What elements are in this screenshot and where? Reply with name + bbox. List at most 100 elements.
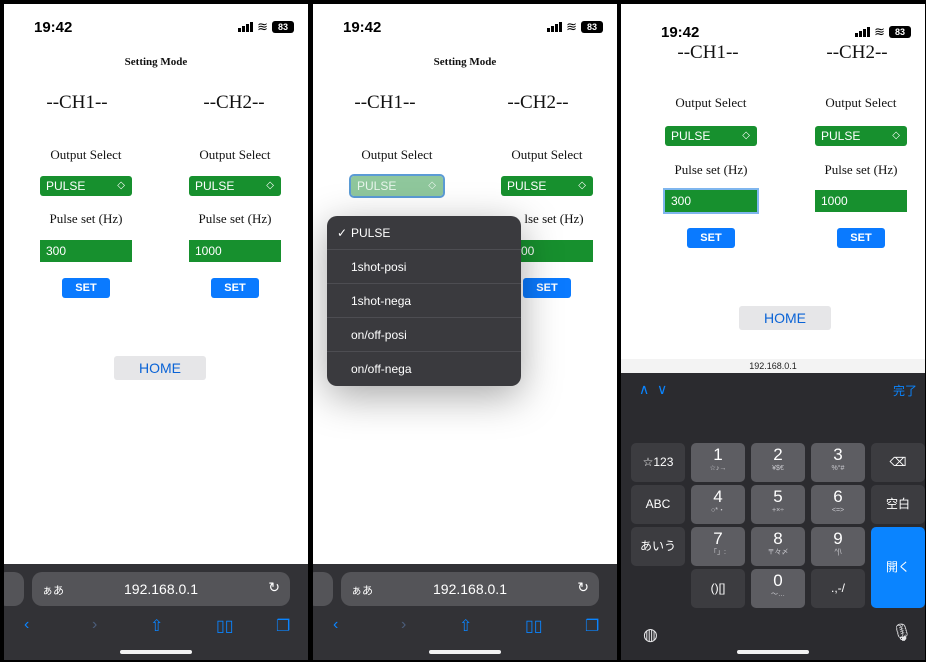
ch1-set-button[interactable]: SET (687, 228, 735, 248)
ch2-output-label: Output Select (199, 147, 271, 162)
home-button[interactable]: HOME (114, 356, 206, 380)
ch2-output-label: Output Select (511, 147, 583, 162)
url-text: 192.168.0.1 (124, 581, 198, 597)
dropdown-option[interactable]: 1shot-nega (327, 284, 521, 318)
delete-icon[interactable]: ⌫ (871, 443, 925, 482)
ch1-output-select[interactable]: PULSE ◇ (349, 174, 445, 198)
battery-icon: 83 (272, 21, 294, 33)
status-bar: 19:42 ≋ 83 (621, 4, 925, 41)
key-2[interactable]: 2 ¥$€ (751, 443, 805, 482)
tabs-icon[interactable]: ❐ (276, 616, 290, 636)
ch2-pulse-label: Pulse set (Hz) (198, 211, 272, 226)
key-open[interactable]: 開く (871, 527, 925, 608)
ch1-output-select[interactable]: PULSE ◇ (40, 176, 132, 196)
key-4[interactable]: 4 ○*・ (691, 485, 745, 524)
dropdown-option[interactable]: on/off-nega (327, 352, 521, 386)
key-3[interactable]: 3 %°# (811, 443, 865, 482)
ch2-title: --CH2-- (826, 42, 888, 63)
ch1-pulse-input[interactable]: 300 (663, 188, 759, 214)
address-bar[interactable]: ぁあ 192.168.0.1 ↻ (32, 572, 290, 606)
key-punctuation[interactable]: .,-/ (811, 569, 865, 608)
microphone-icon[interactable]: 🎙 (891, 623, 913, 643)
ch1-output-label: Output Select (50, 147, 122, 162)
browser-bar: ぁあ 192.168.0.1 ↻ ‹ › ⇧ ▯▯ ❐ (313, 564, 617, 660)
key-1[interactable]: 1 ☆♪→ (691, 443, 745, 482)
battery-icon: 83 (581, 21, 603, 33)
output-select-dropdown[interactable]: ✓ PULSE 1shot-posi 1shot-nega on/off-posi… (327, 216, 521, 386)
dropdown-option[interactable]: ✓ PULSE (327, 216, 521, 250)
ch2-pulse-input[interactable]: 1000 (189, 240, 281, 262)
keyboard: ∧ ∨ 完了 ☆123 ABC あいう 1 ☆♪→ 2 ¥$€ 3 %°# 4 ○*・ … (621, 373, 925, 660)
ch1-pulse-label: Pulse set (Hz) (49, 211, 123, 226)
ch2-pulse-label: Pulse set (Hz) (824, 162, 898, 177)
ch2-pulse-input[interactable]: 1000 (815, 190, 907, 212)
chevron-updown-icon: ◇ (892, 130, 900, 141)
reload-icon[interactable]: ↻ (577, 579, 589, 596)
wifi-icon: ≋ (566, 19, 577, 34)
signal-icon (547, 22, 563, 32)
ch2-output-select[interactable]: PULSE ◇ (189, 176, 281, 196)
ch2-set-button[interactable]: SET (837, 228, 885, 248)
tabs-icon[interactable]: ❐ (585, 616, 599, 636)
ch2-output-select[interactable]: PULSE ◇ (501, 176, 593, 196)
chevron-updown-icon: ◇ (578, 180, 586, 191)
key-kana[interactable]: あいう (631, 527, 685, 566)
signal-icon (238, 22, 254, 32)
bookmarks-icon[interactable]: ▯▯ (216, 616, 234, 636)
key-9[interactable]: 9 ^|\ (811, 527, 865, 566)
back-icon[interactable]: ‹ (24, 616, 29, 634)
share-icon[interactable]: ⇧ (459, 616, 472, 636)
bookmarks-icon[interactable]: ▯▯ (525, 616, 543, 636)
previous-tab-pill[interactable] (313, 572, 333, 606)
reload-icon[interactable]: ↻ (268, 579, 280, 596)
ch2-set-button[interactable]: SET (211, 278, 259, 298)
page-title: Setting Mode (124, 56, 188, 68)
dropdown-option[interactable]: on/off-posi (327, 318, 521, 352)
url-text: 192.168.0.1 (621, 359, 925, 373)
ch1-output-select[interactable]: PULSE ◇ (665, 126, 757, 146)
key-6[interactable]: 6 <=> (811, 485, 865, 524)
share-icon[interactable]: ⇧ (150, 616, 163, 636)
key-space[interactable]: 空白 (871, 485, 925, 524)
forward-icon[interactable]: › (401, 616, 406, 634)
previous-tab-pill[interactable] (4, 572, 24, 606)
home-indicator (737, 650, 809, 654)
ch2-output-select[interactable]: PULSE ◇ (815, 126, 907, 146)
ch2-title: --CH2-- (507, 92, 569, 113)
url-text: 192.168.0.1 (433, 581, 507, 597)
chevron-updown-icon: ◇ (117, 180, 125, 191)
page-title: Setting Mode (433, 56, 497, 68)
ch1-pulse-input[interactable]: 300 (40, 240, 132, 262)
chevron-updown-icon: ◇ (742, 130, 750, 141)
status-bar: 19:42 ≋ 83 (4, 4, 308, 38)
dropdown-option[interactable]: 1shot-posi (327, 250, 521, 284)
ch1-set-button[interactable]: SET (62, 278, 110, 298)
chevron-up-down-nav-icon[interactable]: ∧ ∨ (639, 381, 667, 398)
forward-icon[interactable]: › (92, 616, 97, 634)
key-symbols[interactable]: ☆123 (631, 443, 685, 482)
key-7[interactable]: 7 「」: (691, 527, 745, 566)
chevron-updown-icon: ◇ (266, 180, 274, 191)
key-8[interactable]: 8 〒々〆 (751, 527, 805, 566)
key-0[interactable]: 0 〜… (751, 569, 805, 608)
ch1-title: --CH1-- (677, 42, 739, 63)
home-button[interactable]: HOME (739, 306, 831, 330)
globe-icon[interactable]: ◍ (643, 625, 658, 645)
back-icon[interactable]: ‹ (333, 616, 338, 634)
key-5[interactable]: 5 +×÷ (751, 485, 805, 524)
screen-2: 19:42 ≋ 83 Setting Mode --CH1-- --CH2-- … (313, 4, 617, 660)
ch2-set-button[interactable]: SET (523, 278, 571, 298)
status-time: 19:42 (343, 19, 382, 36)
key-brackets[interactable]: ()[] (691, 569, 745, 608)
wifi-icon: ≋ (257, 19, 268, 34)
browser-bar: ぁあ 192.168.0.1 ↻ ‹ › ⇧ ▯▯ ❐ (4, 564, 308, 660)
ch2-title: --CH2-- (203, 92, 265, 113)
status-time: 19:42 (34, 19, 73, 36)
ch2-pulse-label-partial: lse set (Hz) (524, 211, 584, 226)
wifi-icon: ≋ (874, 24, 885, 39)
signal-icon (855, 27, 871, 37)
status-time: 19:42 (661, 24, 700, 41)
address-bar[interactable]: ぁあ 192.168.0.1 ↻ (341, 572, 599, 606)
key-abc[interactable]: ABC (631, 485, 685, 524)
done-button[interactable]: 完了 (893, 382, 917, 399)
